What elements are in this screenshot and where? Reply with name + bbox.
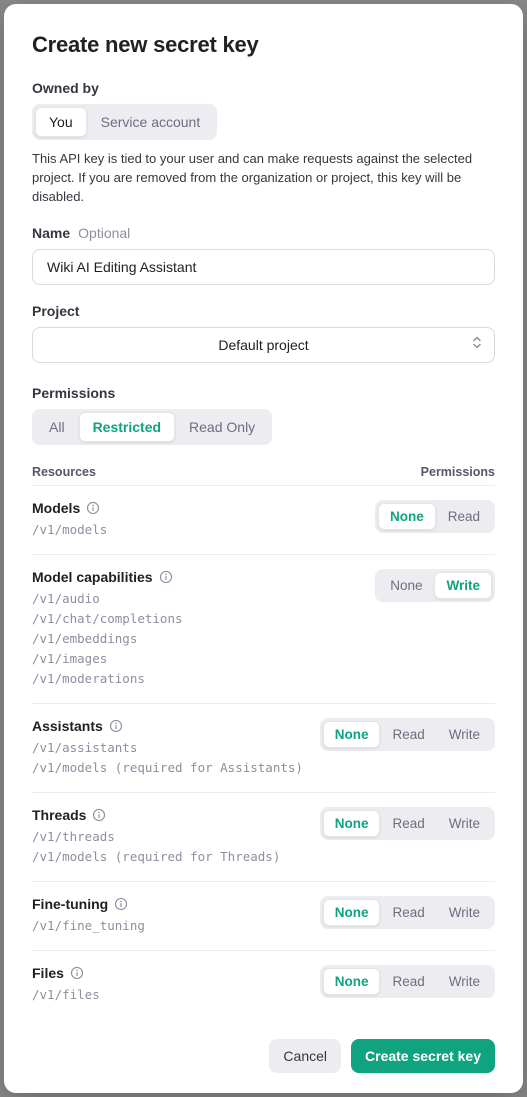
owned-by-option[interactable]: Service account — [87, 107, 215, 137]
permission-row: Model capabilities/v1/audio/v1/chat/comp… — [32, 555, 495, 704]
permission-level-option[interactable]: None — [323, 968, 381, 995]
name-label-text: Name — [32, 225, 70, 241]
permission-level-option[interactable]: None — [378, 572, 434, 599]
permission-level-segment: NoneReadWrite — [320, 965, 495, 998]
permission-level-option[interactable]: None — [323, 721, 381, 748]
permission-paths: /v1/files — [32, 985, 100, 1005]
owned-by-segment: YouService account — [32, 104, 217, 140]
create-button[interactable]: Create secret key — [351, 1039, 495, 1073]
owned-by-label: Owned by — [32, 80, 495, 96]
info-icon[interactable] — [114, 897, 128, 911]
permission-level-option[interactable]: Write — [437, 810, 492, 837]
permissions-table-header: Resources Permissions — [32, 455, 495, 486]
permission-level-option[interactable]: Write — [437, 721, 492, 748]
permission-level-segment: NoneReadWrite — [320, 896, 495, 929]
permission-title-text: Models — [32, 500, 80, 516]
permissions-heading: Permissions — [421, 465, 495, 479]
permission-level-option[interactable]: Write — [437, 899, 492, 926]
permission-paths: /v1/assistants/v1/models (required for A… — [32, 738, 303, 778]
permissions-mode-option[interactable]: All — [35, 412, 79, 442]
name-input[interactable] — [32, 249, 495, 285]
name-optional: Optional — [78, 225, 130, 241]
permission-title-text: Threads — [32, 807, 86, 823]
permission-title-text: Assistants — [32, 718, 103, 734]
permission-title: Files — [32, 965, 100, 981]
permissions-mode-option[interactable]: Read Only — [175, 412, 269, 442]
project-label: Project — [32, 303, 495, 319]
permission-title-text: Fine-tuning — [32, 896, 108, 912]
permission-paths: /v1/threads/v1/models (required for Thre… — [32, 827, 280, 867]
permission-title: Fine-tuning — [32, 896, 145, 912]
permission-row: Files/v1/files NoneReadWrite — [32, 951, 495, 1019]
project-select-wrap: Default project — [32, 327, 495, 363]
permission-level-option[interactable]: Write — [434, 572, 492, 599]
permission-level-option[interactable]: None — [323, 899, 381, 926]
resources-heading: Resources — [32, 465, 96, 479]
permission-level-option[interactable]: Read — [380, 721, 436, 748]
permission-title: Assistants — [32, 718, 303, 734]
create-key-modal: Create new secret key Owned by YouServic… — [4, 4, 523, 1093]
permission-level-segment: NoneRead — [375, 500, 495, 533]
permission-row: Assistants/v1/assistants/v1/models (requ… — [32, 704, 495, 793]
permission-row: Fine-tuning/v1/fine_tuning NoneReadWrite — [32, 882, 495, 951]
permission-title: Model capabilities — [32, 569, 183, 585]
permissions-mode-segment: AllRestrictedRead Only — [32, 409, 272, 445]
permission-level-option[interactable]: Read — [380, 899, 436, 926]
owned-by-help: This API key is tied to your user and ca… — [32, 150, 495, 207]
permission-level-option[interactable]: Write — [437, 968, 492, 995]
permission-paths: /v1/models — [32, 520, 107, 540]
info-icon[interactable] — [86, 501, 100, 515]
permission-level-segment: NoneWrite — [375, 569, 495, 602]
owned-by-option[interactable]: You — [35, 107, 87, 137]
permissions-rows: Models/v1/modelsNoneReadModel capabiliti… — [32, 486, 495, 1019]
permission-title: Models — [32, 500, 107, 516]
permission-level-segment: NoneReadWrite — [320, 807, 495, 840]
project-select[interactable]: Default project — [32, 327, 495, 363]
permission-level-option[interactable]: None — [378, 503, 436, 530]
permission-level-option[interactable]: Read — [436, 503, 492, 530]
modal-body: Create new secret key Owned by YouServic… — [4, 4, 523, 1025]
permissions-label: Permissions — [32, 385, 495, 401]
permission-level-option[interactable]: None — [323, 810, 381, 837]
permission-level-option[interactable]: Read — [380, 810, 436, 837]
info-icon[interactable] — [70, 966, 84, 980]
permission-level-segment: NoneReadWrite — [320, 718, 495, 751]
info-icon[interactable] — [159, 570, 173, 584]
permission-title: Threads — [32, 807, 280, 823]
permission-level-option[interactable]: Read — [380, 968, 436, 995]
modal-title: Create new secret key — [32, 32, 495, 58]
name-label: Name Optional — [32, 225, 495, 241]
permission-row: Threads/v1/threads/v1/models (required f… — [32, 793, 495, 882]
permission-row: Models/v1/models NoneRead — [32, 486, 495, 555]
permission-title-text: Model capabilities — [32, 569, 153, 585]
permission-paths: /v1/fine_tuning — [32, 916, 145, 936]
cancel-button[interactable]: Cancel — [269, 1039, 341, 1073]
modal-footer: Cancel Create secret key — [4, 1025, 523, 1093]
info-icon[interactable] — [92, 808, 106, 822]
permission-paths: /v1/audio/v1/chat/completions/v1/embeddi… — [32, 589, 183, 689]
permission-title-text: Files — [32, 965, 64, 981]
info-icon[interactable] — [109, 719, 123, 733]
permissions-mode-option[interactable]: Restricted — [79, 412, 175, 442]
